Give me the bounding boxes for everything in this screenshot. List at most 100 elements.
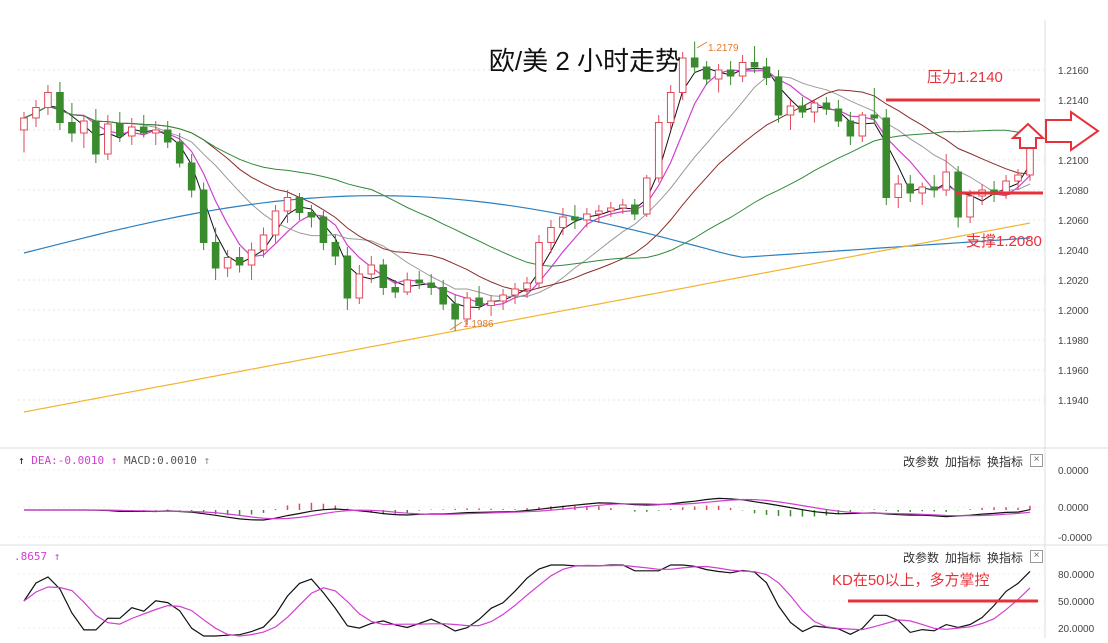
candle-body (918, 186, 927, 194)
candle-body (702, 66, 711, 80)
y-tick-label: 1.2100 (1058, 156, 1089, 167)
y-tick-label: 1.2040 (1058, 246, 1089, 257)
y-tick-label: 1.2140 (1058, 96, 1089, 107)
y-tick-label: 1.2080 (1058, 186, 1089, 197)
candle-body (535, 242, 543, 284)
candle-body (810, 102, 819, 113)
y-tick-label: 1.2020 (1058, 276, 1089, 287)
candle-body (906, 183, 915, 194)
kd-params-button[interactable]: 改参数 (903, 549, 939, 566)
candle-body (343, 255, 352, 299)
forex-chart: 1.21601.21401.21201.21001.20801.20601.20… (0, 20, 1108, 638)
candle-body (547, 227, 555, 243)
candle-body (151, 129, 160, 134)
candle-body (295, 197, 304, 213)
candle-body (331, 242, 340, 257)
candle-body (80, 120, 88, 134)
candle-body (271, 210, 280, 236)
kd-tick-label: 20.0000 (1058, 624, 1095, 635)
candle-body (511, 288, 519, 296)
macd-params-button[interactable]: 改参数 (903, 453, 939, 470)
candle-body (307, 212, 316, 218)
y-tick-label: 1.1960 (1058, 366, 1089, 377)
ma-magenta-line (23, 69, 1031, 307)
candle-body (68, 122, 76, 134)
candle-body (487, 300, 495, 306)
candle-body (56, 92, 64, 123)
candle-body (583, 213, 591, 221)
candle-body (571, 216, 579, 221)
candle-body (187, 162, 196, 191)
candle-body (283, 197, 292, 212)
candle-body (104, 123, 112, 155)
macd-add-indicator-button[interactable]: 加指标 (945, 453, 981, 470)
kd-legend: .8657 ↑ (14, 550, 60, 563)
macd-label: MACD:0.0010 (124, 454, 197, 467)
candle-body (834, 108, 843, 122)
candle-body (391, 287, 400, 293)
candle-body (20, 117, 28, 131)
candle-body (427, 282, 435, 288)
kd-tick-label: 80.0000 (1058, 570, 1095, 581)
grid (18, 69, 1045, 401)
candle-body (199, 189, 208, 243)
candle-body (44, 92, 52, 108)
y-tick-label: 1.1980 (1058, 336, 1089, 347)
candle-body (930, 186, 938, 191)
kd-add-indicator-button[interactable]: 加指标 (945, 549, 981, 566)
candle-body (894, 183, 903, 198)
candle-body (259, 234, 268, 251)
candle-body (822, 102, 831, 110)
dea-label: DEA:-0.0010 (31, 454, 104, 467)
macd-tick-label: 0.0000 (1058, 466, 1089, 477)
candle-body (690, 57, 699, 68)
moving-averages (23, 67, 1031, 413)
up-arrow-icon (1010, 122, 1046, 149)
candle-body (319, 216, 328, 243)
candle-body (247, 249, 256, 266)
resistance-label: 压力1.2140 (927, 69, 1003, 86)
macd-close-icon[interactable]: × (1030, 454, 1043, 467)
ma-blue-line (23, 195, 1031, 258)
candle-body (475, 297, 483, 306)
candle-body (619, 204, 627, 209)
kd-annotation: KD在50以上，多方掌控 (832, 572, 990, 589)
ma-gray-line (23, 75, 1031, 298)
kd-close-icon[interactable]: × (1030, 550, 1043, 563)
ma-orange-line (23, 222, 1031, 413)
candle-body (870, 114, 879, 119)
candle-body (127, 126, 136, 137)
candle-body (750, 62, 759, 68)
candle-body (966, 195, 974, 218)
macd-panel: 0.0000 0.0000 -0.0000 (18, 466, 1092, 544)
candle-body (355, 273, 364, 299)
candle-body (499, 294, 507, 302)
candle-body (379, 264, 388, 288)
macd-tick-label: 0.0000 (1058, 503, 1089, 514)
chart-title: 欧/美 2 小时走势 (489, 46, 681, 76)
kd-tick-label: 50.0000 (1058, 597, 1095, 608)
candle-body (714, 69, 723, 80)
kd-switch-indicator-button[interactable]: 换指标 (987, 549, 1023, 566)
candle-body (1014, 174, 1022, 182)
candle-body (175, 141, 184, 164)
high-marker-line (696, 41, 708, 49)
macd-switch-indicator-button[interactable]: 换指标 (987, 453, 1023, 470)
candle-body (116, 123, 124, 137)
candle-body (595, 210, 603, 215)
right-arrow-icon (1045, 110, 1100, 152)
candle-body (403, 279, 412, 293)
chart-stage: 1.21601.21401.21201.21001.20801.20601.20… (0, 0, 1108, 638)
arrow-up-icon: ↑ (18, 454, 31, 467)
candle-body (415, 279, 424, 284)
candle-body (858, 114, 867, 137)
candle-body (726, 69, 735, 77)
high-marker: 1.2179 (696, 41, 739, 54)
low-marker: 1.1986 (449, 319, 494, 331)
candle-body (642, 177, 651, 215)
candle-body (942, 171, 950, 191)
candle-body (774, 77, 783, 116)
high-label: 1.2179 (708, 43, 739, 54)
candle-body (762, 66, 771, 78)
candle-body (211, 242, 220, 269)
